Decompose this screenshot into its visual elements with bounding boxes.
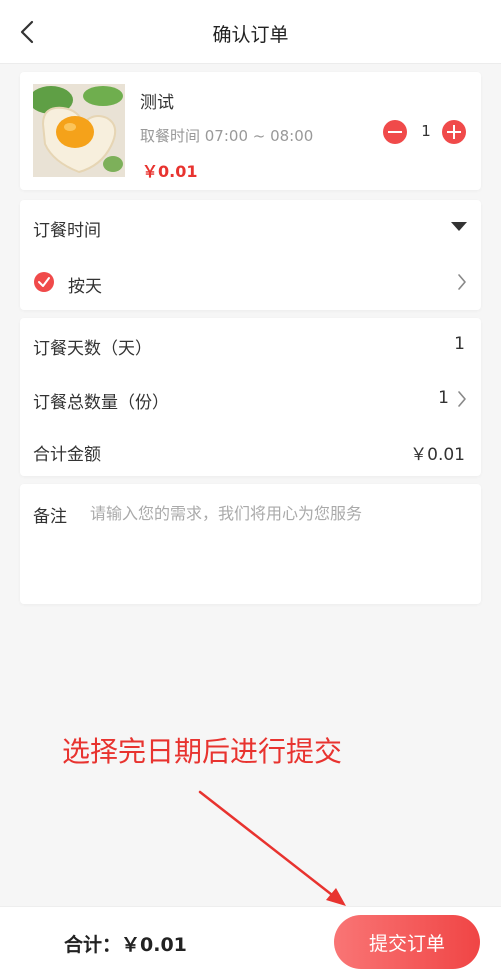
count-label: 订餐总数量（份）: [33, 393, 169, 413]
total-label: 合计：: [64, 934, 122, 956]
bottom-bar: 合计：￥0.01 提交订单: [0, 906, 501, 972]
note-label: 备注: [33, 507, 67, 527]
count-value[interactable]: 1: [438, 388, 449, 408]
minus-circle-icon[interactable]: [383, 120, 407, 144]
days-value: 1: [454, 334, 465, 354]
chevron-right-icon[interactable]: [457, 390, 467, 408]
total-value: ￥0.01: [121, 934, 187, 956]
product-name: 测试: [140, 93, 174, 113]
order-summary-card: 订餐天数（天） 1 订餐总数量（份） 1 合计金额 ￥0.01: [20, 318, 481, 476]
product-image: [33, 84, 125, 177]
note-card: 备注: [20, 484, 481, 604]
chevron-right-icon[interactable]: [457, 273, 467, 291]
amount-value: ￥0.01: [410, 445, 465, 465]
order-time-label: 订餐时间: [33, 221, 101, 241]
page-title: 确认订单: [212, 24, 289, 46]
product-card: 测试 取餐时间 07:00 ~ 08:00 ￥0.01 1: [20, 72, 481, 190]
caret-down-icon[interactable]: [451, 222, 467, 231]
annotation-text: 选择完日期后进行提交: [62, 735, 343, 768]
check-circle-icon[interactable]: [34, 272, 54, 292]
by-day-option[interactable]: 按天: [68, 272, 102, 297]
days-label: 订餐天数（天）: [33, 339, 152, 359]
quantity-value: 1: [421, 122, 431, 140]
product-price: ￥0.01: [142, 162, 198, 181]
navbar: 确认订单: [0, 0, 501, 64]
total-text: 合计：￥0.01: [64, 930, 187, 957]
amount-label: 合计金额: [33, 445, 101, 465]
plus-circle-icon[interactable]: [442, 120, 466, 144]
submit-order-button[interactable]: 提交订单: [334, 915, 480, 969]
note-input[interactable]: [90, 500, 470, 590]
order-time-card: 订餐时间 按天: [20, 200, 481, 310]
pickup-time: 取餐时间 07:00 ~ 08:00: [140, 127, 314, 145]
